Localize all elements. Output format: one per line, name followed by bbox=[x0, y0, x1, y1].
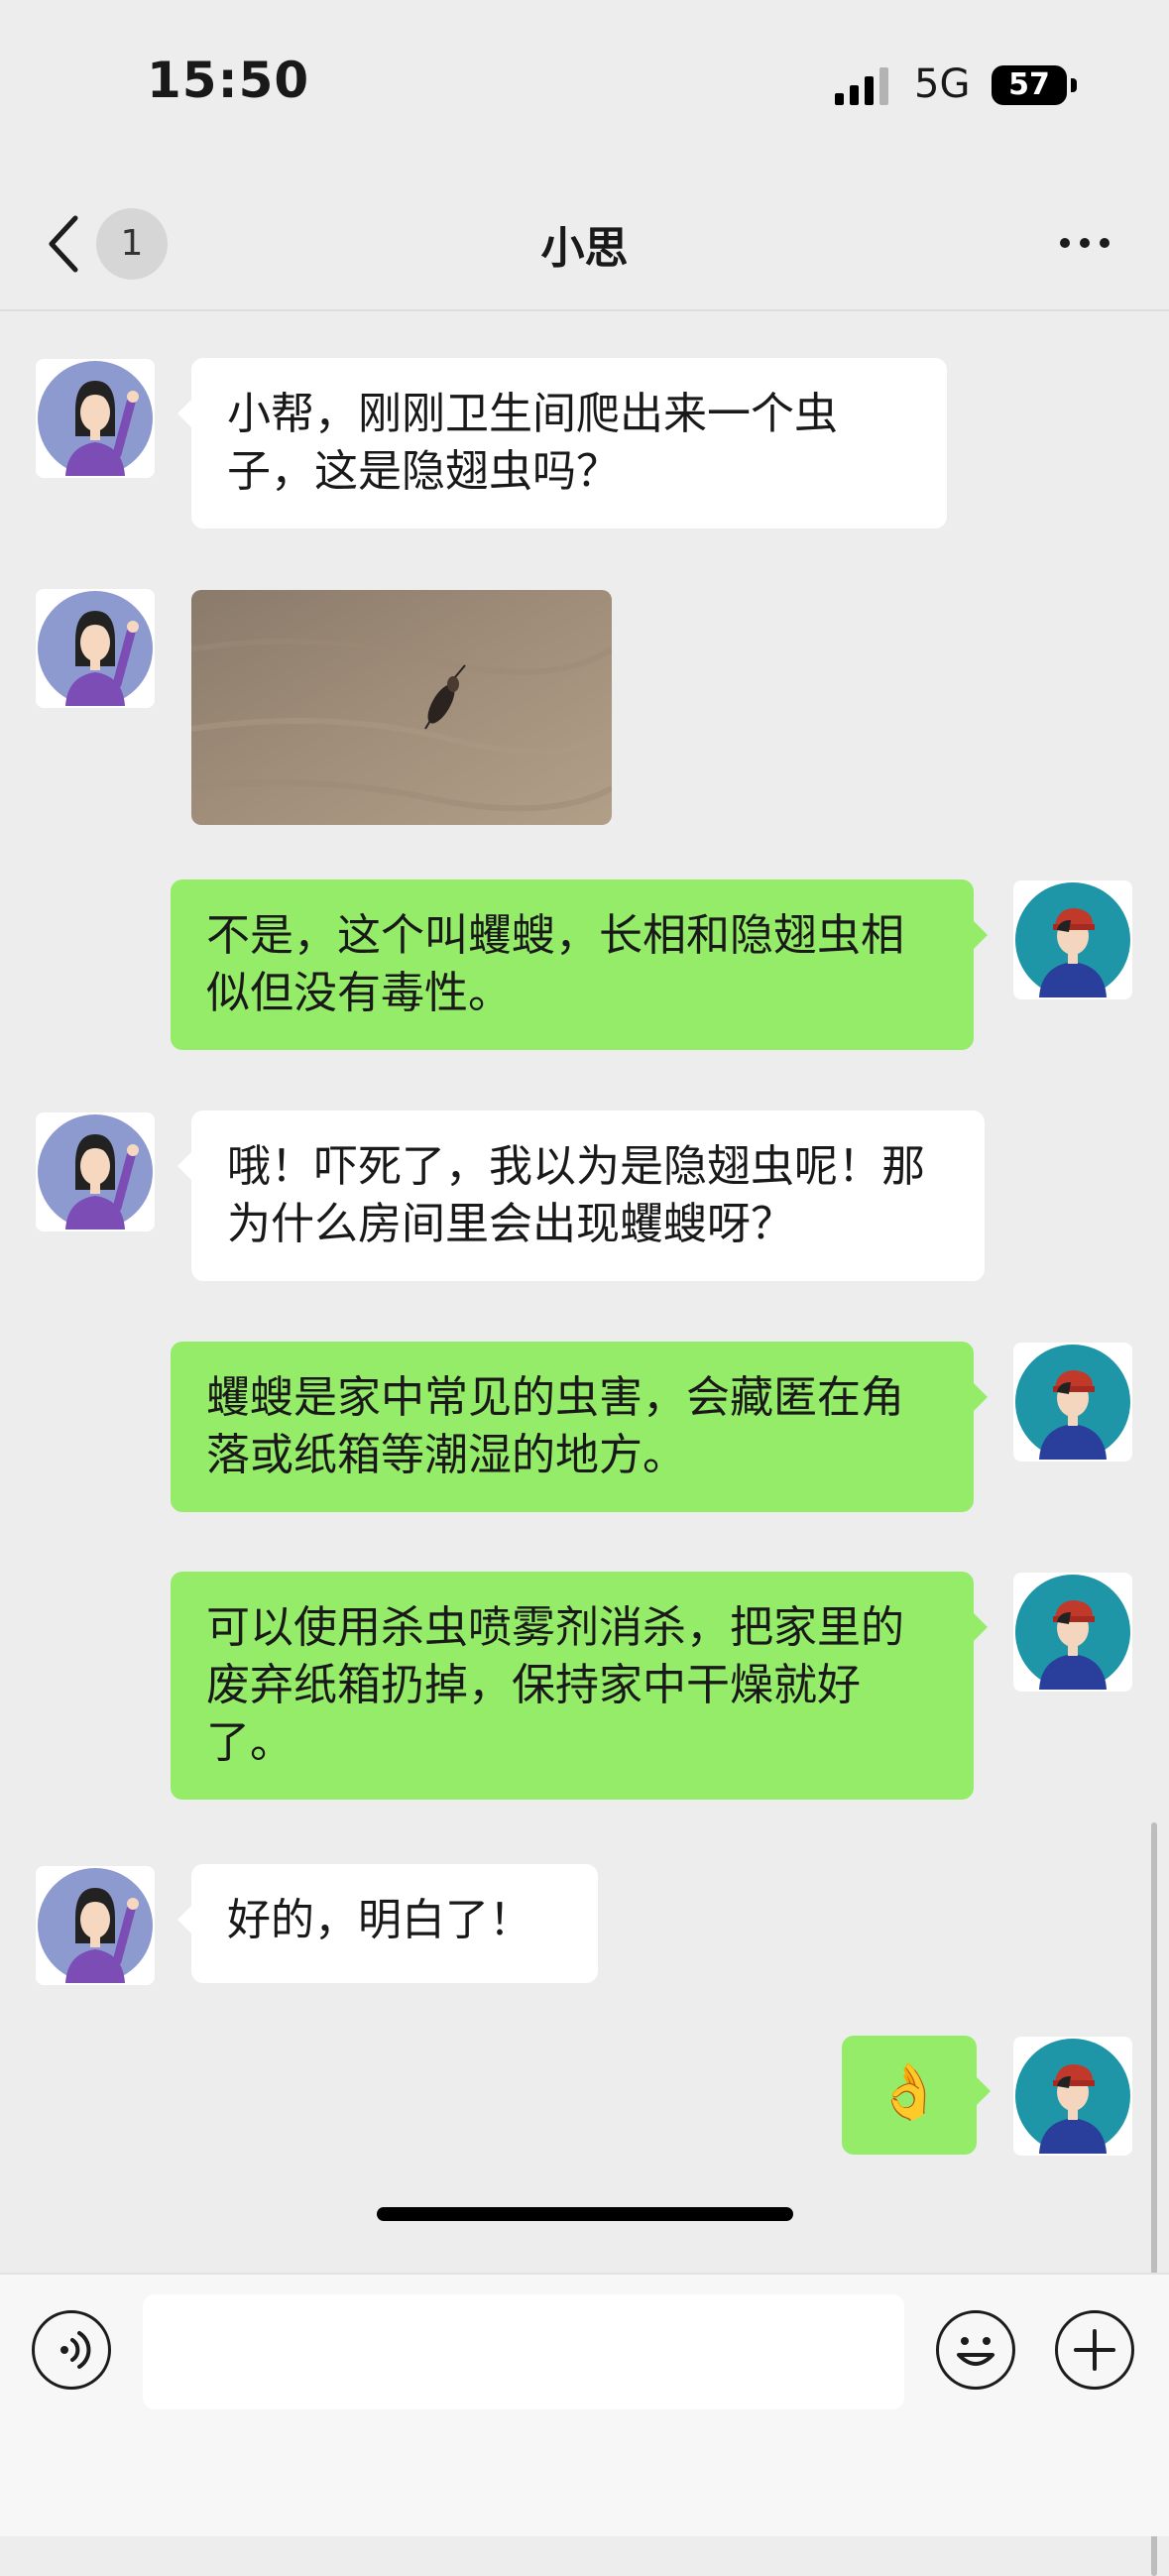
battery-icon: 57 bbox=[992, 65, 1067, 105]
message-bubble-sent[interactable]: 👌 bbox=[842, 2036, 991, 2155]
message-bubble-received[interactable]: 好的，明白了！ bbox=[177, 1864, 598, 1983]
message-bubble-sent[interactable]: 可以使用杀虫喷雾剂消杀，把家里的废弃纸箱扔掉，保持家中干燥就好了。 bbox=[171, 1572, 988, 1800]
message-bubble-received[interactable]: 小帮，刚刚卫生间爬出来一个虫子，这是隐翅虫吗？ bbox=[177, 358, 947, 528]
nav-bar: 1 小思 bbox=[0, 178, 1169, 311]
contact-avatar[interactable] bbox=[36, 589, 155, 708]
chat-title: 小思 bbox=[540, 223, 629, 274]
message-input[interactable] bbox=[143, 2294, 904, 2409]
contact-avatar[interactable] bbox=[36, 1866, 155, 1985]
status-time: 15:50 bbox=[147, 52, 310, 109]
contact-avatar[interactable] bbox=[36, 359, 155, 478]
message-bubble-sent[interactable]: 不是，这个叫蠼螋，长相和隐翅虫相似但没有毒性。 bbox=[171, 879, 988, 1050]
chat-area[interactable]: 小帮，刚刚卫生间爬出来一个虫子，这是隐翅虫吗？ 不是，这个叫蠼螋，长相和隐翅虫相… bbox=[0, 311, 1169, 2576]
my-avatar[interactable] bbox=[1013, 880, 1132, 999]
signal-icon bbox=[835, 67, 888, 105]
my-avatar[interactable] bbox=[1013, 1573, 1132, 1692]
message-image[interactable] bbox=[191, 590, 612, 825]
contact-avatar[interactable] bbox=[36, 1112, 155, 1231]
more-icon[interactable] bbox=[1055, 218, 1114, 268]
voice-button[interactable] bbox=[32, 2310, 111, 2390]
emoji-icon bbox=[957, 2337, 994, 2366]
plus-button[interactable] bbox=[1055, 2310, 1134, 2390]
my-avatar[interactable] bbox=[1013, 2037, 1132, 2156]
voice-icon bbox=[60, 2331, 91, 2369]
battery-tip bbox=[1071, 78, 1077, 92]
emoji-button[interactable] bbox=[936, 2310, 1015, 2390]
network-type: 5G bbox=[914, 61, 971, 107]
message-bubble-received[interactable]: 哦！吓死了，我以为是隐翅虫呢！那为什么房间里会出现蠼螋呀？ bbox=[177, 1111, 985, 1281]
plus-icon bbox=[1074, 2329, 1115, 2371]
status-bar: 15:50 5G 57 bbox=[0, 0, 1169, 178]
home-indicator[interactable] bbox=[377, 2207, 793, 2221]
message-bubble-sent[interactable]: 蠼螋是家中常见的虫害，会藏匿在角落或纸箱等潮湿的地方。 bbox=[171, 1342, 988, 1512]
input-bar bbox=[0, 2273, 1169, 2536]
my-avatar[interactable] bbox=[1013, 1343, 1132, 1462]
